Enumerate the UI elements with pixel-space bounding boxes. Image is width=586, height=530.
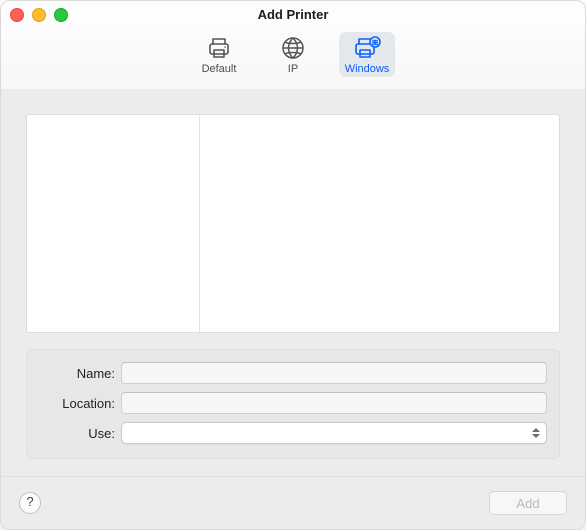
minimize-icon[interactable]	[32, 8, 46, 22]
printer-form: Name: Location: Use:	[26, 349, 560, 459]
zoom-icon[interactable]	[54, 8, 68, 22]
window-controls	[10, 8, 68, 22]
use-select[interactable]	[121, 422, 547, 444]
close-icon[interactable]	[10, 8, 24, 22]
tab-default-label: Default	[202, 63, 237, 75]
server-column[interactable]	[27, 115, 200, 332]
tab-default[interactable]: Default	[191, 32, 247, 77]
toolbar: Default IP	[1, 28, 585, 93]
tab-ip[interactable]: IP	[265, 32, 321, 77]
titlebar: Add Printer	[1, 1, 585, 28]
tab-windows-label: Windows	[345, 63, 390, 75]
printer-icon	[206, 35, 232, 61]
tab-windows[interactable]: Windows	[339, 32, 395, 77]
use-label: Use:	[39, 426, 121, 441]
share-column[interactable]	[200, 115, 559, 332]
updown-icon	[530, 428, 542, 438]
add-printer-window: Add Printer Default	[0, 0, 586, 530]
footer: ? Add	[1, 476, 585, 529]
window-title: Add Printer	[258, 7, 329, 22]
location-field[interactable]	[121, 392, 547, 414]
location-label: Location:	[39, 396, 121, 411]
tab-ip-label: IP	[288, 63, 298, 75]
globe-icon	[281, 35, 305, 61]
name-label: Name:	[39, 366, 121, 381]
name-field[interactable]	[121, 362, 547, 384]
add-button[interactable]: Add	[489, 491, 567, 515]
windows-printer-icon	[353, 35, 381, 61]
content-area: Name: Location: Use: ? Add	[1, 89, 585, 529]
smb-browser	[26, 114, 560, 333]
help-button[interactable]: ?	[19, 492, 41, 514]
